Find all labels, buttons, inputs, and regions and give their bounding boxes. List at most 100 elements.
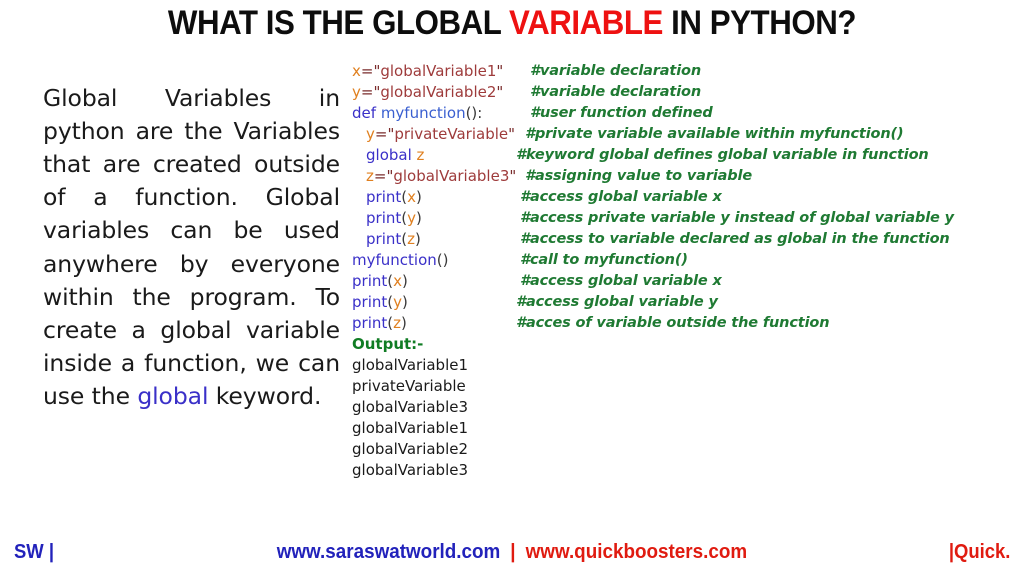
code-token: globalVariable1 — [352, 419, 469, 437]
code-token: " — [496, 62, 504, 80]
code-token: globalVariable1 — [352, 356, 469, 374]
code-token: x — [407, 188, 416, 206]
code-token: " — [496, 83, 504, 101]
code-token: =" — [374, 125, 395, 143]
code-token: ) — [414, 230, 421, 248]
code-token: global — [366, 146, 417, 164]
intro-text-after: keyword. — [208, 382, 322, 411]
code-line-source: y="privateVariable" — [352, 124, 515, 145]
footer-url-quickboosters[interactable]: www.quickboosters.com — [526, 540, 747, 564]
code-line: globalVariable3 — [352, 397, 1012, 418]
code-token: z — [393, 314, 401, 332]
code-line: global z #keyword global defines global v… — [352, 145, 1012, 166]
code-line: y="privateVariable" #private variable ava… — [352, 124, 1012, 145]
code-comment: #user function defined — [530, 105, 713, 121]
code-line: globalVariable3 — [352, 460, 1012, 481]
intro-paragraph: Global Variables in python are the Varia… — [43, 82, 340, 414]
code-line-source: globalVariable3 — [352, 460, 468, 481]
code-token: globalVariable3 — [352, 461, 469, 479]
code-line: def myfunction(): #user function defined — [352, 103, 1012, 124]
code-line-source: y="globalVariable2" — [352, 82, 503, 103]
code-token: ) — [416, 209, 422, 227]
code-token: y — [352, 83, 361, 101]
code-token: =" — [360, 62, 381, 80]
code-line-source: globalVariable2 — [352, 439, 468, 460]
code-token: x — [352, 62, 361, 80]
code-token: def — [352, 104, 381, 122]
code-line: print(y) #access global variable y — [352, 292, 1012, 313]
code-token: x — [393, 272, 402, 290]
code-line-source: Output:- — [352, 334, 423, 355]
code-token: z — [407, 230, 415, 248]
code-token: =" — [360, 83, 381, 101]
code-line: myfunction() #call to myfunction() — [352, 250, 1012, 271]
code-comment: #access global variable x — [520, 273, 722, 289]
code-line: globalVariable2 — [352, 439, 1012, 460]
title-bar: WHAT IS THE GLOBAL VARIABLE IN PYTHON? — [0, 4, 1024, 43]
code-line-source: print(z) — [352, 229, 421, 250]
code-token: z — [416, 146, 425, 164]
code-comment: #access to variable declared as global i… — [520, 231, 950, 247]
code-line-source: global z — [352, 145, 424, 166]
page-title-before: WHAT IS THE GLOBAL — [167, 4, 510, 42]
code-token: ) — [402, 272, 408, 290]
code-line: print(y) #access private variable y inste… — [352, 208, 1012, 229]
footer-url-saraswatworld[interactable]: www.saraswatworld.com — [277, 540, 501, 564]
code-token: globalVariable2 — [380, 83, 497, 101]
code-token: print — [366, 188, 402, 206]
code-token: y — [393, 293, 402, 311]
code-token: print — [366, 209, 402, 227]
code-line: globalVariable1 — [352, 355, 1012, 376]
code-token: " — [508, 125, 516, 143]
code-token: print — [352, 293, 388, 311]
code-token: z — [366, 167, 374, 185]
code-comment: #assigning value to variable — [525, 168, 753, 184]
page-title-after: IN PYTHON? — [662, 4, 857, 42]
code-line-source: globalVariable1 — [352, 418, 468, 439]
code-comment: #access private variable y instead of gl… — [520, 210, 954, 226]
code-line: x="globalVariable1" #variable declaration — [352, 61, 1012, 82]
code-line: z="globalVariable3" #assigning value to v… — [352, 166, 1012, 187]
code-token: ) — [400, 314, 407, 332]
code-line-source: def myfunction(): — [352, 103, 482, 124]
code-token: globalVariable3 — [393, 167, 510, 185]
intro-keyword-global: global — [137, 382, 209, 411]
code-line: print(x) #access global variable x — [352, 187, 1012, 208]
intro-text-before: Global Variables in python are the Varia… — [43, 83, 340, 411]
code-line: y="globalVariable2" #variable declaration — [352, 82, 1012, 103]
code-line: Output:- — [352, 334, 1012, 355]
code-line-source: print(y) — [352, 292, 408, 313]
footer-bar: SW | www.saraswatworld.com | www.quickbo… — [0, 540, 1024, 570]
code-line-source: print(y) — [352, 208, 422, 229]
code-comment: #acces of variable outside the function — [516, 315, 830, 331]
code-token: globalVariable3 — [352, 398, 469, 416]
code-token: ) — [416, 188, 422, 206]
code-token: =" — [373, 167, 394, 185]
code-comment: #variable declaration — [530, 63, 701, 79]
code-line-source: globalVariable1 — [352, 355, 468, 376]
code-token: globalVariable1 — [380, 62, 497, 80]
page-title-highlight: VARIABLE — [509, 4, 663, 42]
code-token: (): — [465, 104, 483, 122]
code-line-source: print(x) — [352, 271, 408, 292]
footer-brand-right: |Quick. — [948, 540, 1010, 563]
footer-urls: www.saraswatworld.com | www.quickbooster… — [0, 540, 1024, 564]
page-title: WHAT IS THE GLOBAL VARIABLE IN PYTHON? — [167, 4, 857, 43]
code-line: privateVariable — [352, 376, 1012, 397]
code-token: " — [509, 167, 517, 185]
code-line-source: privateVariable — [352, 376, 466, 397]
code-token: print — [366, 230, 402, 248]
code-comment: #call to myfunction() — [520, 252, 688, 268]
code-token: y — [366, 125, 375, 143]
code-token: ) — [402, 293, 408, 311]
code-comment: #variable declaration — [530, 84, 701, 100]
code-token: () — [436, 251, 449, 269]
code-line-source: print(z) — [352, 313, 407, 334]
code-token: print — [352, 314, 388, 332]
code-line-source: globalVariable3 — [352, 397, 468, 418]
code-token: myfunction — [380, 104, 466, 122]
code-comment: #private variable available within myfun… — [525, 126, 904, 142]
code-line-source: print(x) — [352, 187, 422, 208]
code-comment: #keyword global defines global variable … — [516, 147, 929, 163]
code-token: Output:- — [352, 335, 424, 353]
